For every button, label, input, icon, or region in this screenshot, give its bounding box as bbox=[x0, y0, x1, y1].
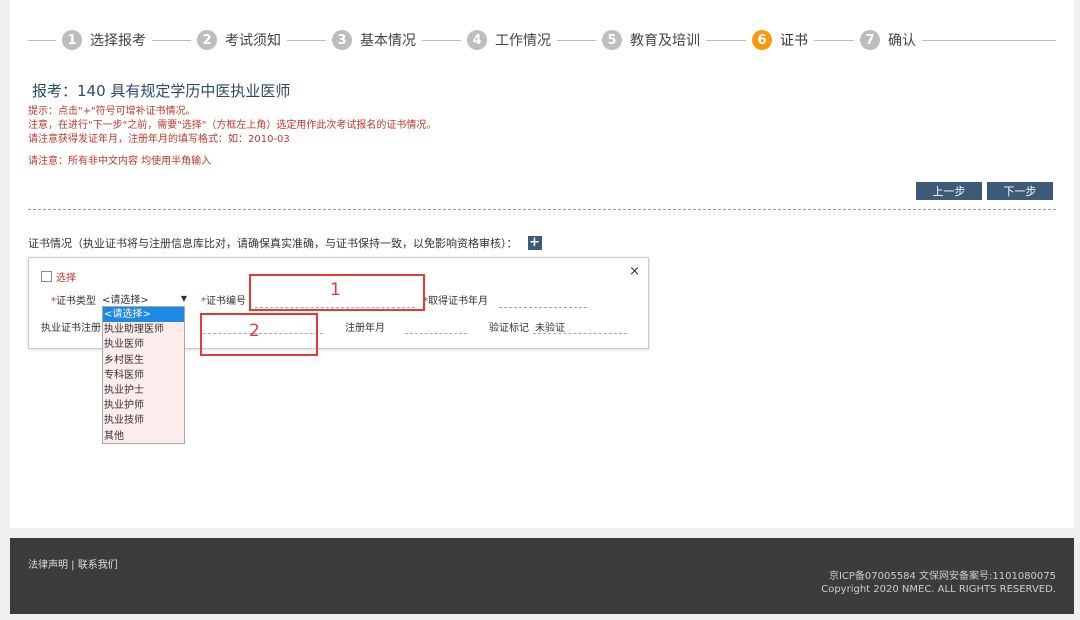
footer: 法律声明 | 联系我们 京ICP备07005584 文保网安备案号:110108… bbox=[10, 538, 1074, 614]
annotation-number-1: 1 bbox=[330, 280, 341, 300]
step-1[interactable]: 1 选择报考 bbox=[56, 28, 152, 52]
step-7[interactable]: 7 确认 bbox=[854, 28, 922, 52]
copyright-text: Copyright 2020 NMEC. ALL RIGHTS RESERVED… bbox=[821, 584, 1056, 595]
step-number: 6 bbox=[752, 30, 772, 50]
dropdown-option[interactable]: 执业医师 bbox=[103, 337, 184, 352]
step-3[interactable]: 3 基本情况 bbox=[326, 28, 422, 52]
dropdown-option[interactable]: 其他 bbox=[103, 429, 184, 444]
obtain-date-input[interactable] bbox=[499, 306, 587, 308]
close-icon[interactable]: × bbox=[629, 264, 640, 279]
step-label: 考试须知 bbox=[225, 33, 281, 49]
icp-text: 京ICP备07005584 文保网安备案号:1101080075 bbox=[828, 571, 1056, 582]
step-label: 基本情况 bbox=[360, 33, 416, 49]
cert-type-select[interactable]: <请选择> ▼ bbox=[102, 291, 187, 306]
step-number: 5 bbox=[602, 30, 622, 50]
cert-section-heading: 证书情况（执业证书将与注册信息库比对，请确保真实准确，与证书保持一致，以免影响资… bbox=[28, 235, 542, 251]
step-number: 4 bbox=[467, 30, 487, 50]
step-number: 7 bbox=[860, 30, 880, 50]
select-checkbox-row[interactable]: 选择 bbox=[41, 269, 76, 284]
cert-type-dropdown[interactable]: <请选择> 执业助理医师 执业医师 乡村医生 专科医师 执业护士 执业护师 执业… bbox=[102, 306, 185, 444]
step-label: 选择报考 bbox=[90, 33, 146, 49]
notice-line: 请注意：所有非中文内容 均使用半角输入 bbox=[28, 156, 212, 167]
step-label: 证书 bbox=[780, 33, 808, 49]
divider bbox=[28, 209, 1056, 210]
dropdown-option[interactable]: <请选择> bbox=[103, 307, 184, 323]
step-label: 教育及培训 bbox=[630, 33, 700, 49]
dropdown-option[interactable]: 执业助理医师 bbox=[103, 322, 184, 337]
reg-date-label: 注册年月 bbox=[345, 323, 385, 334]
cert-type-label: *证书类型 bbox=[51, 296, 96, 307]
notice-line: 注意，在进行"下一步"之前，需要"选择"（方框左上角）选定用作此次考试报名的证书… bbox=[28, 120, 437, 131]
reg-unit-label: 执业证书注册 bbox=[41, 323, 101, 334]
step-4[interactable]: 4 工作情况 bbox=[461, 28, 557, 52]
step-5[interactable]: 5 教育及培训 bbox=[596, 28, 706, 52]
notice-line: 请注意获得发证年月，注册年月的填写格式：如：2010-03 bbox=[28, 134, 290, 145]
cert-no-label: *证书编号 bbox=[201, 296, 246, 307]
dropdown-option[interactable]: 乡村医生 bbox=[103, 353, 184, 368]
page-title: 报考：140 具有规定学历中医执业医师 bbox=[32, 82, 291, 100]
dropdown-option[interactable]: 执业护师 bbox=[103, 398, 184, 413]
verify-underline bbox=[533, 332, 627, 334]
step-label: 确认 bbox=[888, 33, 916, 49]
obtain-date-label: *取得证书年月 bbox=[423, 296, 488, 307]
cert-type-value: <请选择> bbox=[102, 294, 149, 306]
dropdown-option[interactable]: 专科医师 bbox=[103, 368, 184, 383]
progress-stepper: 1 选择报考 2 考试须知 3 基本情况 4 工作情况 5 教育及培训 6 证书… bbox=[28, 28, 1056, 52]
notice-text: 提示：点击"+"符号可增补证书情况。 注意，在进行"下一步"之前，需要"选择"（… bbox=[28, 105, 436, 169]
step-number: 3 bbox=[332, 30, 352, 50]
select-checkbox[interactable] bbox=[41, 271, 52, 282]
next-step-button[interactable]: 下一步 bbox=[987, 182, 1053, 200]
notice-line: 提示：点击"+"符号可增补证书情况。 bbox=[28, 106, 196, 117]
step-2[interactable]: 2 考试须知 bbox=[191, 28, 287, 52]
verify-label: 验证标记 bbox=[489, 323, 529, 334]
prev-step-button[interactable]: 上一步 bbox=[916, 182, 982, 200]
step-label: 工作情况 bbox=[495, 33, 551, 49]
annotation-number-2: 2 bbox=[249, 321, 260, 341]
reg-date-input[interactable] bbox=[405, 332, 467, 334]
step-6[interactable]: 6 证书 bbox=[746, 28, 814, 52]
step-number: 1 bbox=[62, 30, 82, 50]
step-number: 2 bbox=[197, 30, 217, 50]
chevron-down-icon: ▼ bbox=[180, 293, 187, 303]
cert-heading-text: 证书情况（执业证书将与注册信息库比对，请确保真实准确，与证书保持一致，以免影响资… bbox=[28, 237, 518, 250]
footer-info: 京ICP备07005584 文保网安备案号:1101080075 Copyrig… bbox=[821, 570, 1056, 596]
dropdown-option[interactable]: 执业技师 bbox=[103, 413, 184, 428]
add-cert-icon[interactable]: + bbox=[527, 236, 542, 250]
footer-links[interactable]: 法律声明 | 联系我们 bbox=[28, 556, 118, 571]
dropdown-option[interactable]: 执业护士 bbox=[103, 383, 184, 398]
select-label: 选择 bbox=[56, 273, 76, 284]
